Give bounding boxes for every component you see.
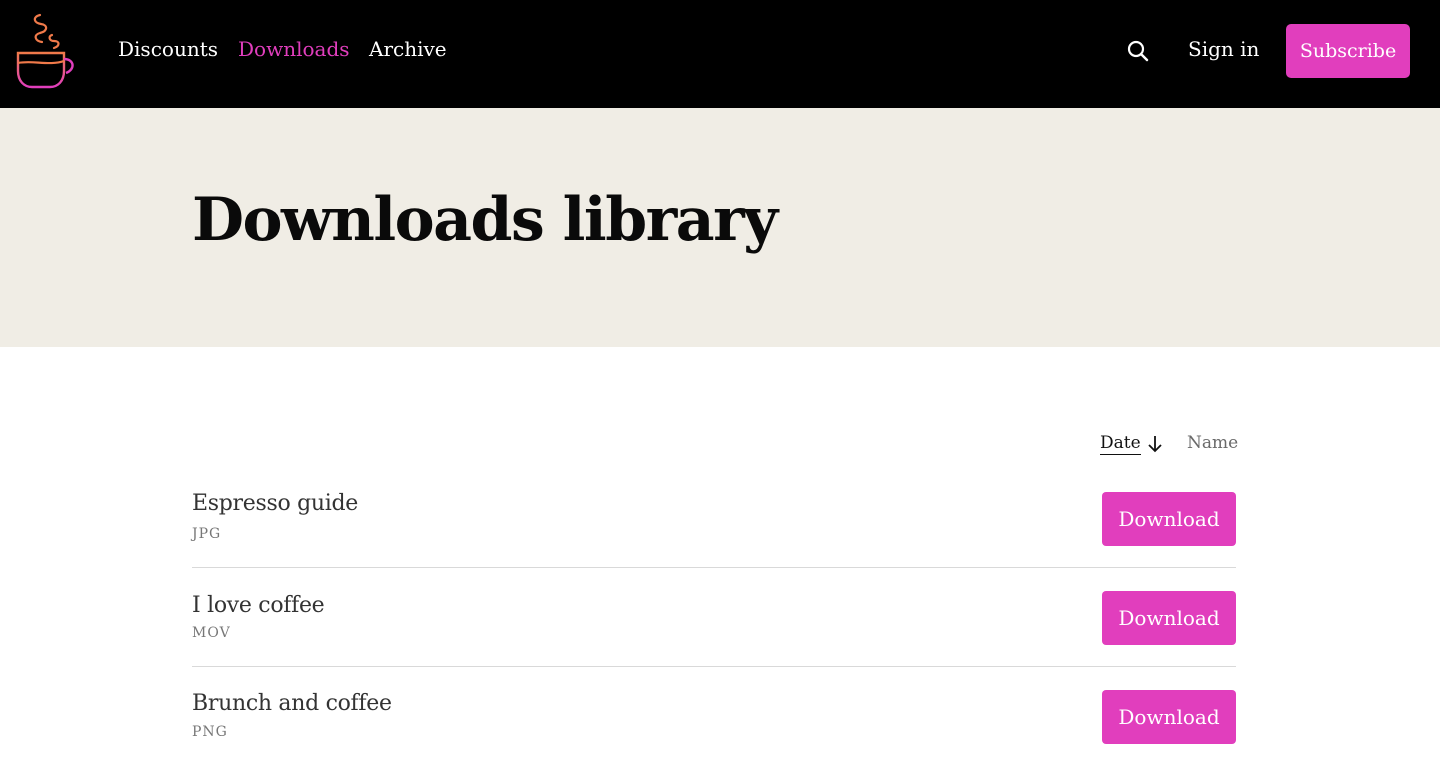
hero-banner: Downloads library	[0, 108, 1440, 347]
download-title: Brunch and coffee	[192, 691, 392, 716]
nav-downloads[interactable]: Downloads	[238, 36, 350, 62]
sign-in-link[interactable]: Sign in	[1188, 36, 1259, 62]
download-item: Brunch and coffee PNG Download	[192, 667, 1236, 766]
nav-discounts[interactable]: Discounts	[118, 36, 218, 62]
coffee-cup-icon[interactable]	[14, 11, 78, 91]
search-icon[interactable]	[1126, 39, 1150, 63]
download-item: Espresso guide JPG Download	[192, 469, 1236, 568]
download-item: I love coffee MOV Download	[192, 568, 1236, 667]
arrow-down-icon[interactable]	[1146, 434, 1164, 454]
download-file-type: MOV	[192, 625, 231, 641]
download-button[interactable]: Download	[1102, 591, 1236, 645]
download-title: I love coffee	[192, 593, 325, 618]
download-file-type: PNG	[192, 724, 228, 740]
sort-by-name[interactable]: Name	[1187, 432, 1238, 454]
download-button[interactable]: Download	[1102, 492, 1236, 546]
top-navigation-bar: Discounts Downloads Archive Sign in Subs…	[0, 0, 1440, 108]
download-file-type: JPG	[192, 526, 222, 542]
sort-by-date[interactable]: Date	[1100, 432, 1141, 455]
nav-archive[interactable]: Archive	[369, 36, 447, 62]
page-title: Downloads library	[192, 185, 778, 255]
download-title: Espresso guide	[192, 491, 358, 516]
download-button[interactable]: Download	[1102, 690, 1236, 744]
subscribe-button[interactable]: Subscribe	[1286, 24, 1410, 78]
